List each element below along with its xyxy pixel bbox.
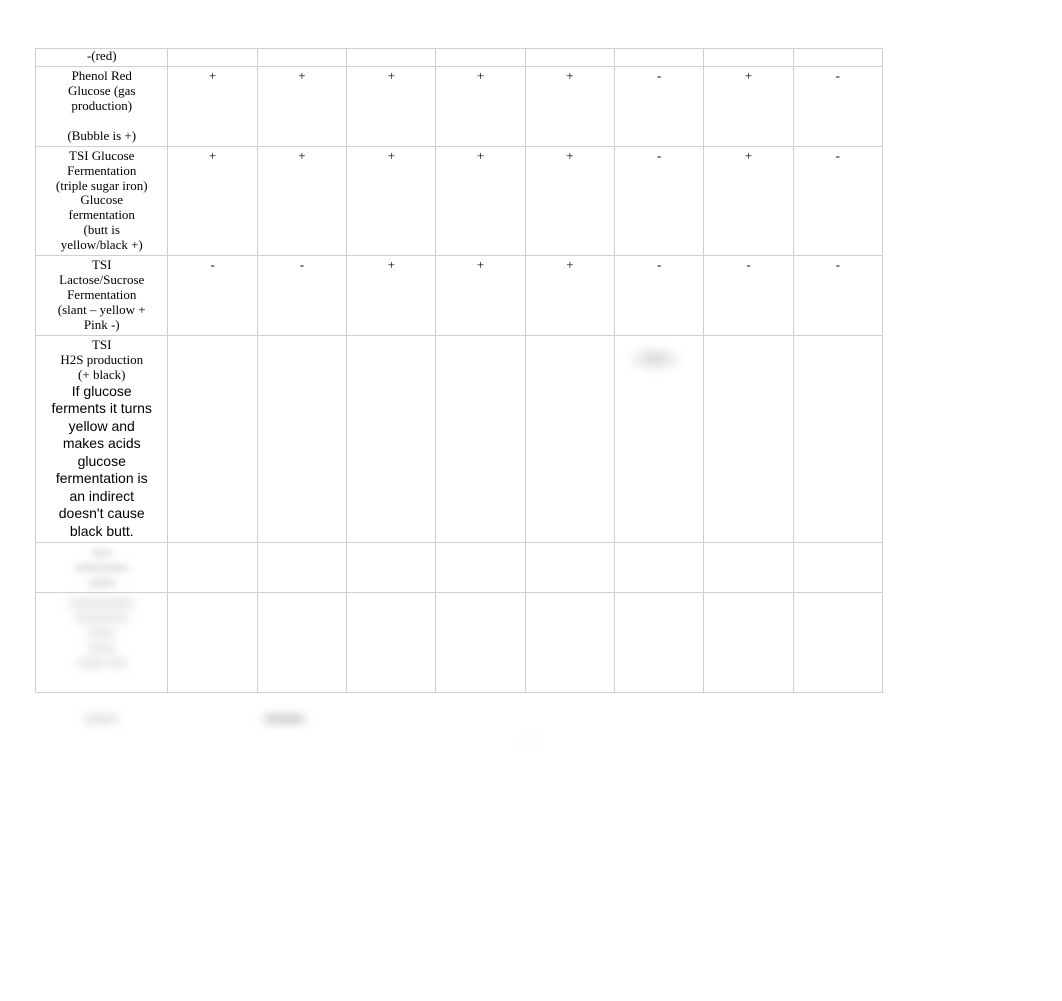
cell: [257, 335, 346, 542]
cell-blurred: [347, 543, 436, 593]
row-label: -(red): [36, 49, 168, 67]
cell-blurred: [704, 593, 793, 693]
cell: [793, 335, 882, 542]
table-row: Phenol Red Glucose (gas production) (Bub…: [36, 66, 883, 146]
label-text: -(red): [87, 48, 117, 63]
cell: -: [257, 256, 346, 336]
cell: +: [168, 146, 257, 256]
bottom-blurred-area: xxxxx xxxxxx - -: [35, 700, 883, 750]
cell: [347, 49, 436, 67]
cell: [257, 49, 346, 67]
cell: [615, 49, 704, 67]
cell-blurred: [436, 593, 525, 693]
cell: +: [436, 256, 525, 336]
cell: [436, 335, 525, 542]
cell: [525, 49, 614, 67]
table-row: TSI H2S production (+ black) If glucose …: [36, 335, 883, 542]
cell-blurred: [257, 593, 346, 693]
table-row: TSI Glucose Fermentation (triple sugar i…: [36, 146, 883, 256]
row-label: Phenol Red Glucose (gas production) (Bub…: [36, 66, 168, 146]
blurred-text: xxxxx: [85, 710, 118, 726]
cell-blurred: [436, 543, 525, 593]
cell: [347, 335, 436, 542]
cell: [704, 335, 793, 542]
cell: +: [525, 146, 614, 256]
cell-blurred: [347, 593, 436, 693]
cell: -: [168, 256, 257, 336]
table-row: -(red): [36, 49, 883, 67]
cell: [168, 49, 257, 67]
results-table-container: -(red) Phenol Red Glucose (gas productio…: [35, 48, 883, 693]
cell: +: [436, 66, 525, 146]
cell: -: [793, 256, 882, 336]
cell: [704, 49, 793, 67]
label-text-serif: TSI H2S production (+ black): [39, 338, 164, 383]
cell-faint: [615, 335, 704, 542]
cell: [168, 335, 257, 542]
cell-blurred: [793, 593, 882, 693]
cell-blurred: [168, 593, 257, 693]
cell: +: [704, 146, 793, 256]
row-label-blurred: xxx xxxxxxxx xxxx: [36, 543, 168, 593]
table-row-blurred: xxxxxxxxxx xxxxxxxx xxxx xxxx xxxx xxx: [36, 593, 883, 693]
cell: -: [615, 146, 704, 256]
cell: -: [615, 256, 704, 336]
cell: -: [793, 66, 882, 146]
label-text-note: If glucose ferments it turns yellow and …: [39, 383, 164, 541]
row-label: TSI Lactose/Sucrose Fermentation (slant …: [36, 256, 168, 336]
cell: [793, 49, 882, 67]
cell: +: [168, 66, 257, 146]
cell: +: [525, 256, 614, 336]
cell: +: [347, 66, 436, 146]
cell: +: [525, 66, 614, 146]
cell: +: [347, 146, 436, 256]
cell: +: [704, 66, 793, 146]
cell: +: [257, 146, 346, 256]
cell-blurred: [525, 543, 614, 593]
cell: -: [615, 66, 704, 146]
cell: [525, 335, 614, 542]
cell-blurred: [615, 593, 704, 693]
row-label: TSI Glucose Fermentation (triple sugar i…: [36, 146, 168, 256]
cell-blurred: [168, 543, 257, 593]
results-table: -(red) Phenol Red Glucose (gas productio…: [35, 48, 883, 693]
table-row: TSI Lactose/Sucrose Fermentation (slant …: [36, 256, 883, 336]
cell-blurred: [704, 543, 793, 593]
blurred-text: - -: [525, 735, 534, 746]
cell-blurred: [525, 593, 614, 693]
cell-blurred: [793, 543, 882, 593]
row-label-blurred: xxxxxxxxxx xxxxxxxx xxxx xxxx xxxx xxx: [36, 593, 168, 693]
cell-blurred: [615, 543, 704, 593]
cell: -: [704, 256, 793, 336]
blurred-text: xxxxxx: [265, 710, 304, 726]
cell: -: [793, 146, 882, 256]
cell: [436, 49, 525, 67]
cell: +: [436, 146, 525, 256]
cell: +: [347, 256, 436, 336]
cell: +: [257, 66, 346, 146]
cell-blurred: [257, 543, 346, 593]
row-label: TSI H2S production (+ black) If glucose …: [36, 335, 168, 542]
table-row-blurred: xxx xxxxxxxx xxxx: [36, 543, 883, 593]
